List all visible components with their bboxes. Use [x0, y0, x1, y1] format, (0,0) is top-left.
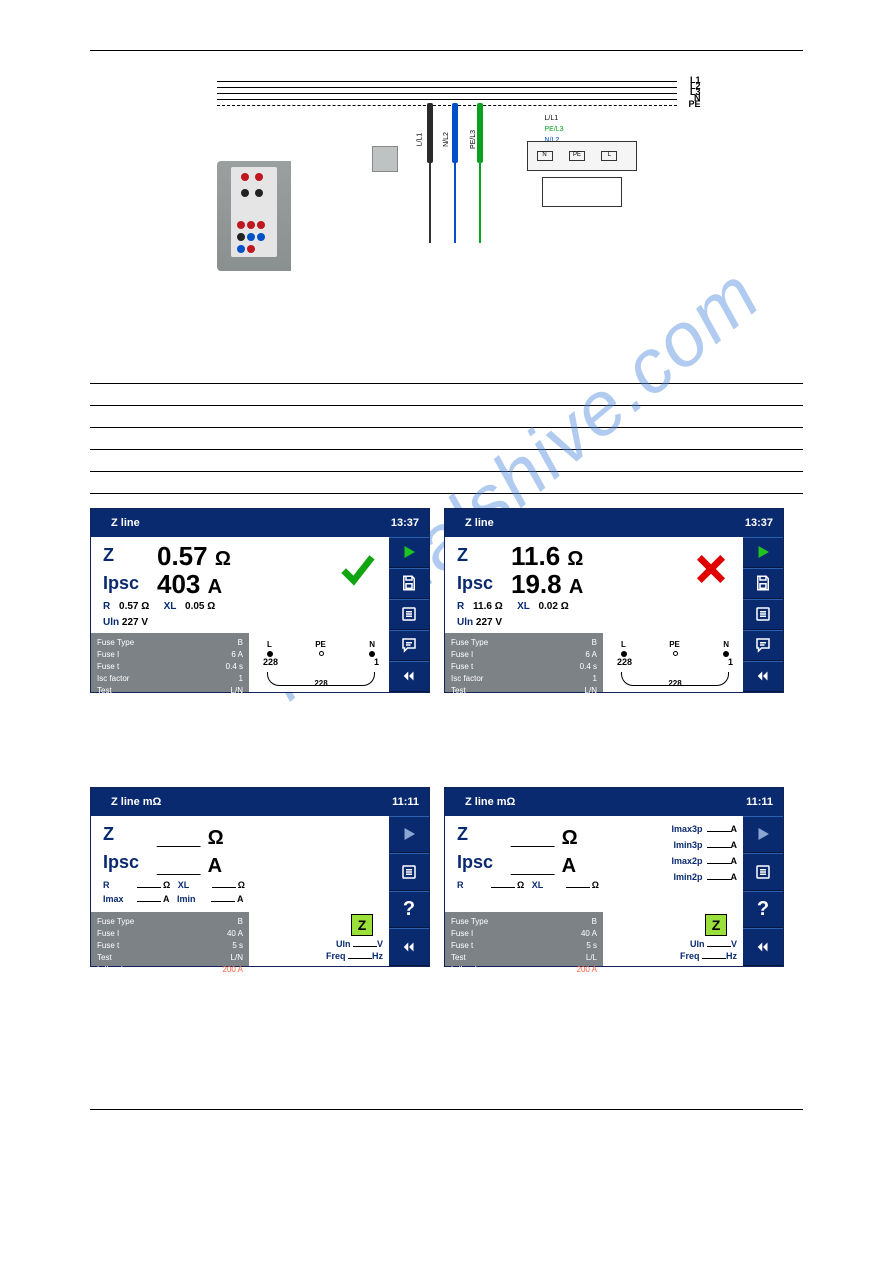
clip-l: L/L1 — [545, 115, 559, 122]
ipsc-label: Ipsc — [457, 852, 493, 873]
probe-pe — [477, 103, 483, 163]
sub-readings: RΩ XLΩ ImaxA IminA — [103, 880, 383, 908]
back-arrows-icon[interactable] — [743, 661, 783, 692]
test-params: Fuse TypeBFuse I40 AFuse t5 sTestL/NIa(I… — [91, 912, 249, 966]
terminal-monitor: LPEN 2281 228 — [615, 640, 735, 688]
r-row: R 11.6 Ω XL 0.02 Ω — [457, 601, 575, 612]
probe-label-n: N/L2 — [442, 132, 449, 147]
uln-row: Uln 227 V — [103, 617, 148, 628]
socket-pin-pe: PE — [569, 151, 585, 161]
schuko-plug — [372, 146, 398, 172]
socket-pin-n: N — [537, 151, 553, 161]
back-arrows-icon[interactable] — [389, 928, 429, 966]
uln-row: Uln 227 V — [457, 617, 502, 628]
test-params: Fuse TypeBFuse I6 AFuse t0.4 sIsc factor… — [91, 633, 249, 692]
zline-mohm-screens: Z line mΩ 11:11 Z ___ Ω Ipsc ___ A RΩ XL… — [90, 787, 803, 967]
line-pe: PE — [688, 99, 700, 109]
tester-device — [217, 161, 291, 271]
save-icon[interactable] — [389, 568, 429, 599]
play-icon[interactable] — [743, 537, 783, 568]
clock-time: 11:11 — [392, 796, 419, 808]
screen-title: Z line — [465, 517, 494, 529]
clock-time: 11:11 — [746, 796, 773, 808]
uln-freq: Uln V Freq Hz — [326, 938, 383, 962]
screen-title: Z line mΩ — [111, 796, 161, 808]
z-value: 11.6 Ω — [511, 541, 583, 572]
procedure-table — [90, 361, 803, 494]
wall-socket: L/L1 PE/L3 N/L2 N PE L — [527, 141, 647, 221]
z-label: Z — [457, 545, 468, 566]
cross-icon — [691, 549, 731, 589]
ipsc-value-blank: ___ A — [511, 848, 576, 879]
z-label: Z — [103, 545, 114, 566]
save-icon[interactable] — [743, 568, 783, 599]
list-icon[interactable] — [389, 599, 429, 630]
checkmark-icon — [337, 549, 377, 589]
z-value-blank: ___ Ω — [511, 820, 578, 851]
play-icon[interactable] — [389, 816, 429, 854]
z-label: Z — [103, 824, 114, 845]
top-rule — [90, 50, 803, 51]
z-badge: Z — [351, 914, 373, 936]
z-label: Z — [457, 824, 468, 845]
ipsc-label: Ipsc — [103, 852, 139, 873]
comment-icon[interactable] — [389, 630, 429, 661]
clock-time: 13:37 — [745, 517, 773, 529]
socket-pin-l: L — [601, 151, 617, 161]
bottom-rule — [90, 1109, 803, 1110]
screen-title: Z line — [111, 517, 140, 529]
probe-n — [452, 103, 458, 163]
clip-pe: PE/L3 — [545, 126, 564, 133]
help-icon[interactable]: ? — [389, 891, 429, 929]
play-icon[interactable] — [389, 537, 429, 568]
z-value: 0.57 Ω — [157, 541, 231, 572]
back-arrows-icon[interactable] — [743, 928, 783, 966]
zline-mohm-screen-right: Z line mΩ 11:11 Z ___ Ω Ipsc ___ A RΩ XL… — [444, 787, 784, 967]
ipsc-value: 19.8 A — [511, 569, 583, 600]
play-icon[interactable] — [743, 816, 783, 854]
test-params: Fuse TypeBFuse I6 AFuse t0.4 sIsc factor… — [445, 633, 603, 692]
help-icon[interactable]: ? — [743, 891, 783, 929]
r-row: R 0.57 Ω XL 0.05 Ω — [103, 601, 221, 612]
sub-readings: RΩ XLΩ — [457, 880, 633, 894]
list-icon[interactable] — [743, 599, 783, 630]
z-value-blank: ___ Ω — [157, 820, 224, 851]
list-icon[interactable] — [743, 853, 783, 891]
back-arrows-icon[interactable] — [389, 661, 429, 692]
z-badge: Z — [705, 914, 727, 936]
ipsc-label: Ipsc — [103, 573, 139, 594]
terminal-monitor: LPEN 2281 228 — [261, 640, 381, 688]
probe-label-l: L/L1 — [416, 133, 423, 147]
comment-icon[interactable] — [743, 630, 783, 661]
zline-screen-pass: Z line 13:37 Z 0.57 Ω Ipsc 403 A R 0.57 … — [90, 508, 430, 693]
clock-time: 13:37 — [391, 517, 419, 529]
zline-result-screens: Z line 13:37 Z 0.57 Ω Ipsc 403 A R 0.57 … — [90, 508, 803, 693]
screen-title: Z line mΩ — [465, 796, 515, 808]
zline-screen-fail: Z line 13:37 Z 11.6 Ω Ipsc 19.8 A R 11.6… — [444, 508, 784, 693]
wiring-diagram: L1 L2 L3 N PE L/L1 — [217, 81, 677, 281]
uln-freq: Uln V Freq Hz — [680, 938, 737, 962]
limits-column: Imax3pA Imin3pA Imax2pA Imin2pA — [671, 824, 737, 888]
test-params: Fuse TypeBFuse I40 AFuse t5 sTestL/LIa(I… — [445, 912, 603, 966]
probe-label-pe: PE/L3 — [470, 130, 477, 149]
zline-mohm-screen-left: Z line mΩ 11:11 Z ___ Ω Ipsc ___ A RΩ XL… — [90, 787, 430, 967]
list-icon[interactable] — [389, 853, 429, 891]
ipsc-value-blank: ___ A — [157, 848, 222, 879]
ipsc-value: 403 A — [157, 569, 222, 600]
ipsc-label: Ipsc — [457, 573, 493, 594]
probe-l — [427, 103, 433, 163]
